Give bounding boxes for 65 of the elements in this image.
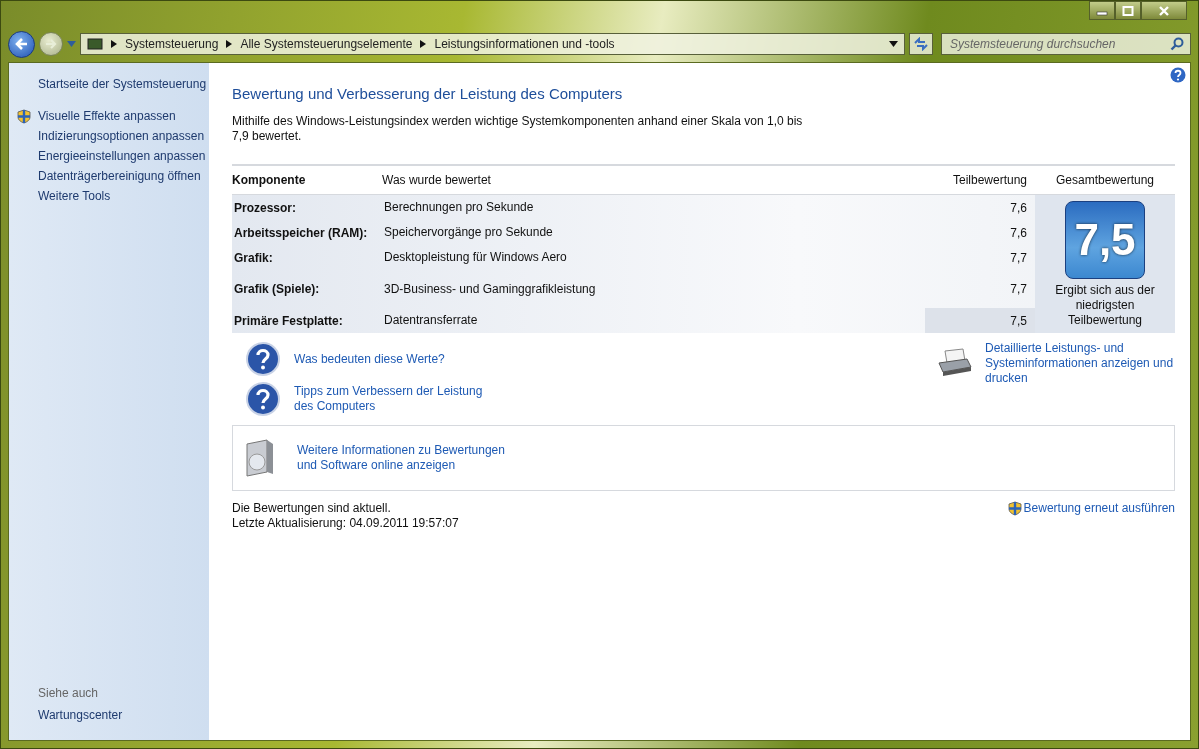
rated-cell-text: Berechnungen pro Sekunde bbox=[384, 200, 535, 215]
sidebar-link[interactable]: Indizierungsoptionen anpassen bbox=[38, 129, 205, 143]
help-icon[interactable] bbox=[1170, 67, 1186, 83]
help-icon bbox=[246, 382, 280, 416]
sidebar-link[interactable]: Energieeinstellungen anpassen bbox=[38, 149, 206, 163]
online-info-link[interactable]: Weitere Informationen zu Bewertungen und Software online anzeigen bbox=[297, 443, 512, 473]
see-also-heading: Siehe auch bbox=[38, 686, 100, 700]
rated-cell-text: 3D-Business- und Gaminggrafikleistung bbox=[384, 281, 597, 297]
column-header: Komponente bbox=[232, 173, 307, 187]
rated-cell-text: Desktopleistung für Windows Aero bbox=[384, 250, 568, 265]
close-icon bbox=[1158, 5, 1170, 16]
shield-icon bbox=[1007, 501, 1022, 516]
component-cell-text: Prozessor: bbox=[234, 200, 298, 215]
refresh-button[interactable] bbox=[909, 33, 933, 55]
rated-cell-text: Datentransferrate bbox=[384, 313, 479, 328]
breadcrumb-arrow-icon bbox=[420, 40, 427, 48]
base-score-badge: 7,5 bbox=[1065, 201, 1145, 279]
page-heading: Bewertung und Verbesserung der Leistung des Computers bbox=[232, 85, 624, 102]
sidebar-link[interactable]: Weitere Tools bbox=[38, 189, 111, 203]
subscore-cell-text: 7,6 bbox=[1009, 199, 1028, 217]
search-field[interactable]: Systemsteuerung durchsuchen bbox=[941, 33, 1191, 55]
breadcrumb-arrow-icon bbox=[111, 40, 117, 48]
subscore-cell-text: 7,6 bbox=[1009, 224, 1028, 242]
control-panel-icon bbox=[87, 38, 103, 50]
component-cell-text: Primäre Festplatte: bbox=[234, 313, 344, 328]
forward-arrow-icon bbox=[45, 38, 57, 50]
help-icon bbox=[246, 342, 280, 376]
base-score-caption: Ergibt sich aus der niedrigsten Teilbewertung bbox=[1055, 283, 1155, 328]
shield-icon bbox=[17, 109, 31, 124]
sidebar-link[interactable]: Visuelle Effekte anpassen bbox=[38, 109, 176, 123]
component-cell-text: Grafik: bbox=[234, 250, 274, 265]
maximize-icon bbox=[1122, 5, 1134, 16]
breadcrumb-arrow-icon bbox=[226, 40, 233, 48]
subscore-cell: 7,5 bbox=[925, 308, 1035, 333]
column-header: Was wurde bewertet bbox=[382, 173, 492, 187]
back-arrow-icon bbox=[14, 37, 29, 51]
back-button[interactable] bbox=[8, 30, 35, 58]
help-link[interactable]: Tipps zum Verbessern der Leistung des Computers bbox=[294, 384, 504, 414]
maximize-button[interactable] bbox=[1115, 1, 1141, 20]
rated-cell-text: Speichervorgänge pro Sekunde bbox=[384, 225, 554, 240]
close-button[interactable] bbox=[1141, 1, 1187, 20]
printer-icon bbox=[937, 347, 973, 377]
minimize-button[interactable] bbox=[1089, 1, 1115, 20]
print-details-link[interactable]: Detaillierte Leistungs- und Systeminformationen anzeigen und drucken bbox=[985, 341, 1175, 386]
status-text: Die Bewertungen sind aktuell. bbox=[232, 501, 392, 516]
rerun-assessment-link[interactable]: Bewertung erneut ausführen bbox=[1007, 501, 1175, 516]
breadcrumb[interactable]: Systemsteuerung bbox=[125, 37, 219, 51]
status-text: Letzte Aktualisierung: 04.09.2011 19:57:07 bbox=[232, 516, 459, 531]
breadcrumb[interactable]: Alle Systemsteuerungselemente bbox=[240, 37, 413, 51]
component-cell-text: Arbeitsspeicher (RAM): bbox=[234, 225, 369, 240]
column-header: Teilbewertung bbox=[951, 173, 1028, 187]
sidebar-link[interactable]: Wartungscenter bbox=[38, 708, 209, 722]
sidebar-link[interactable]: Startseite der Systemsteuerung bbox=[38, 77, 207, 91]
subscore-cell-text: 7,7 bbox=[1009, 249, 1028, 267]
intro-text: Mithilfe des Windows-Leistungsindex werden wichtige Systemkomponenten anhand einer Skala von 1,0 bis 7,9 bewertet. bbox=[232, 114, 804, 144]
breadcrumb[interactable]: Leistungsinformationen und -tools bbox=[434, 37, 615, 51]
refresh-arrows-icon bbox=[913, 37, 929, 51]
dropdown-caret-icon[interactable] bbox=[889, 41, 898, 47]
help-link[interactable]: Was bedeuten diese Werte? bbox=[294, 351, 504, 367]
sidebar-link[interactable]: Datenträgerbereinigung öffnen bbox=[38, 169, 201, 183]
subscore-cell-text: 7,7 bbox=[1009, 281, 1028, 298]
address-bar[interactable]: Systemsteuerung Alle Systemsteuerungselemente Leistungsinformationen und -tools bbox=[80, 33, 905, 55]
component-cell-text: Grafik (Spiele): bbox=[234, 282, 321, 296]
column-header: Gesamtbewertung bbox=[1054, 173, 1156, 187]
search-icon bbox=[1170, 37, 1184, 51]
